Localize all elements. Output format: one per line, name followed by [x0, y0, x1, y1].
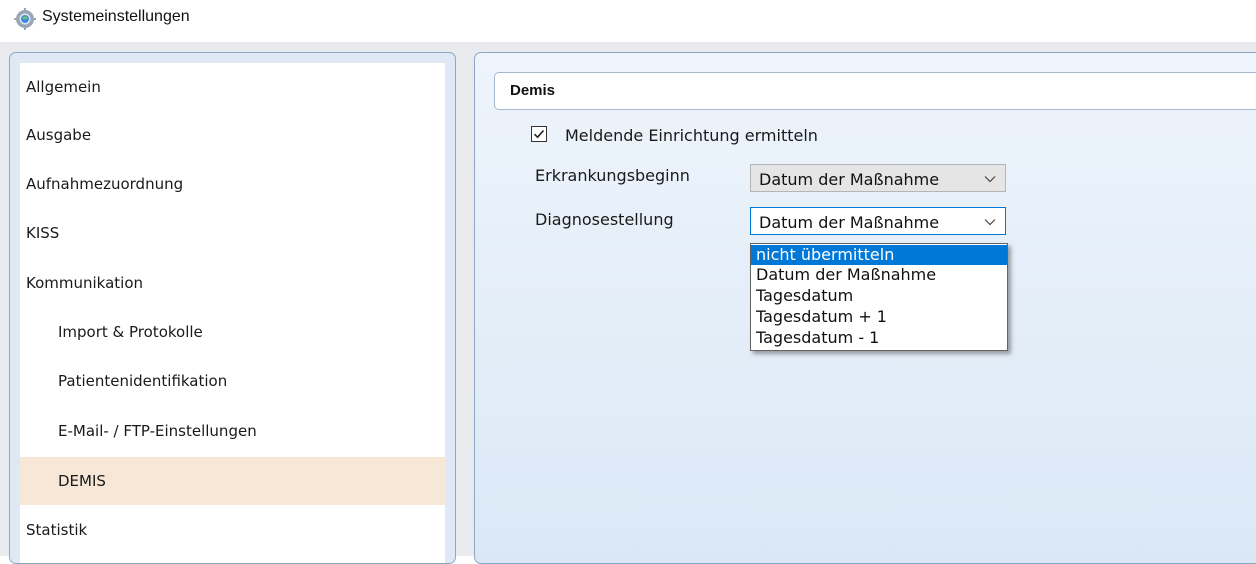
meldende-einrichtung-checkbox[interactable]	[531, 126, 547, 142]
erkrankungsbeginn-select[interactable]: Datum der Maßnahme	[750, 164, 1006, 192]
chevron-down-icon	[984, 176, 996, 183]
diagnosestellung-dropdown-list: nicht übermitteln Datum der Maßnahme Tag…	[750, 243, 1008, 351]
sidebar-item-ausgabe[interactable]: Ausgabe	[20, 111, 445, 159]
erkrankungsbeginn-value: Datum der Maßnahme	[759, 170, 940, 189]
section-header: Demis	[494, 72, 1256, 110]
title-bar: Systemeinstellungen	[0, 0, 1256, 42]
dropdown-option[interactable]: Tagesdatum - 1	[751, 328, 1007, 348]
diagnosestellung-label: Diagnosestellung	[535, 210, 674, 229]
sidebar-item-demis[interactable]: DEMIS	[20, 457, 445, 505]
dropdown-option[interactable]: Tagesdatum	[751, 286, 1007, 306]
chevron-down-icon	[984, 219, 996, 226]
settings-nav-list: Allgemein Ausgabe Aufnahmezuordnung KISS…	[20, 63, 445, 563]
erkrankungsbeginn-label: Erkrankungsbeginn	[535, 166, 690, 185]
gear-globe-icon	[14, 8, 36, 30]
section-title: Demis	[510, 82, 556, 99]
meldende-einrichtung-label[interactable]: Meldende Einrichtung ermitteln	[565, 126, 818, 145]
settings-content-panel: Demis Meldende Einrichtung ermitteln Erk…	[474, 52, 1256, 564]
sidebar-item-email-ftp[interactable]: E-Mail- / FTP-Einstellungen	[20, 407, 445, 455]
sidebar-item-kommunikation[interactable]: Kommunikation	[20, 259, 445, 307]
window-title: Systemeinstellungen	[42, 8, 190, 25]
dropdown-option[interactable]: Tagesdatum + 1	[751, 307, 1007, 327]
sidebar-item-kiss[interactable]: KISS	[20, 209, 445, 257]
settings-sidebar: Allgemein Ausgabe Aufnahmezuordnung KISS…	[9, 52, 456, 564]
checkmark-icon	[533, 129, 545, 139]
diagnosestellung-value: Datum der Maßnahme	[759, 213, 940, 232]
dropdown-option[interactable]: nicht übermitteln	[751, 245, 1007, 265]
sidebar-item-aufnahmezuordnung[interactable]: Aufnahmezuordnung	[20, 160, 445, 208]
dropdown-option[interactable]: Datum der Maßnahme	[751, 265, 1007, 285]
sidebar-item-statistik[interactable]: Statistik	[20, 506, 445, 554]
sidebar-item-patientenidentifikation[interactable]: Patientenidentifikation	[20, 357, 445, 405]
diagnosestellung-select[interactable]: Datum der Maßnahme	[750, 207, 1006, 235]
sidebar-item-import-protokolle[interactable]: Import & Protokolle	[20, 308, 445, 356]
sidebar-item-allgemein[interactable]: Allgemein	[20, 63, 445, 111]
